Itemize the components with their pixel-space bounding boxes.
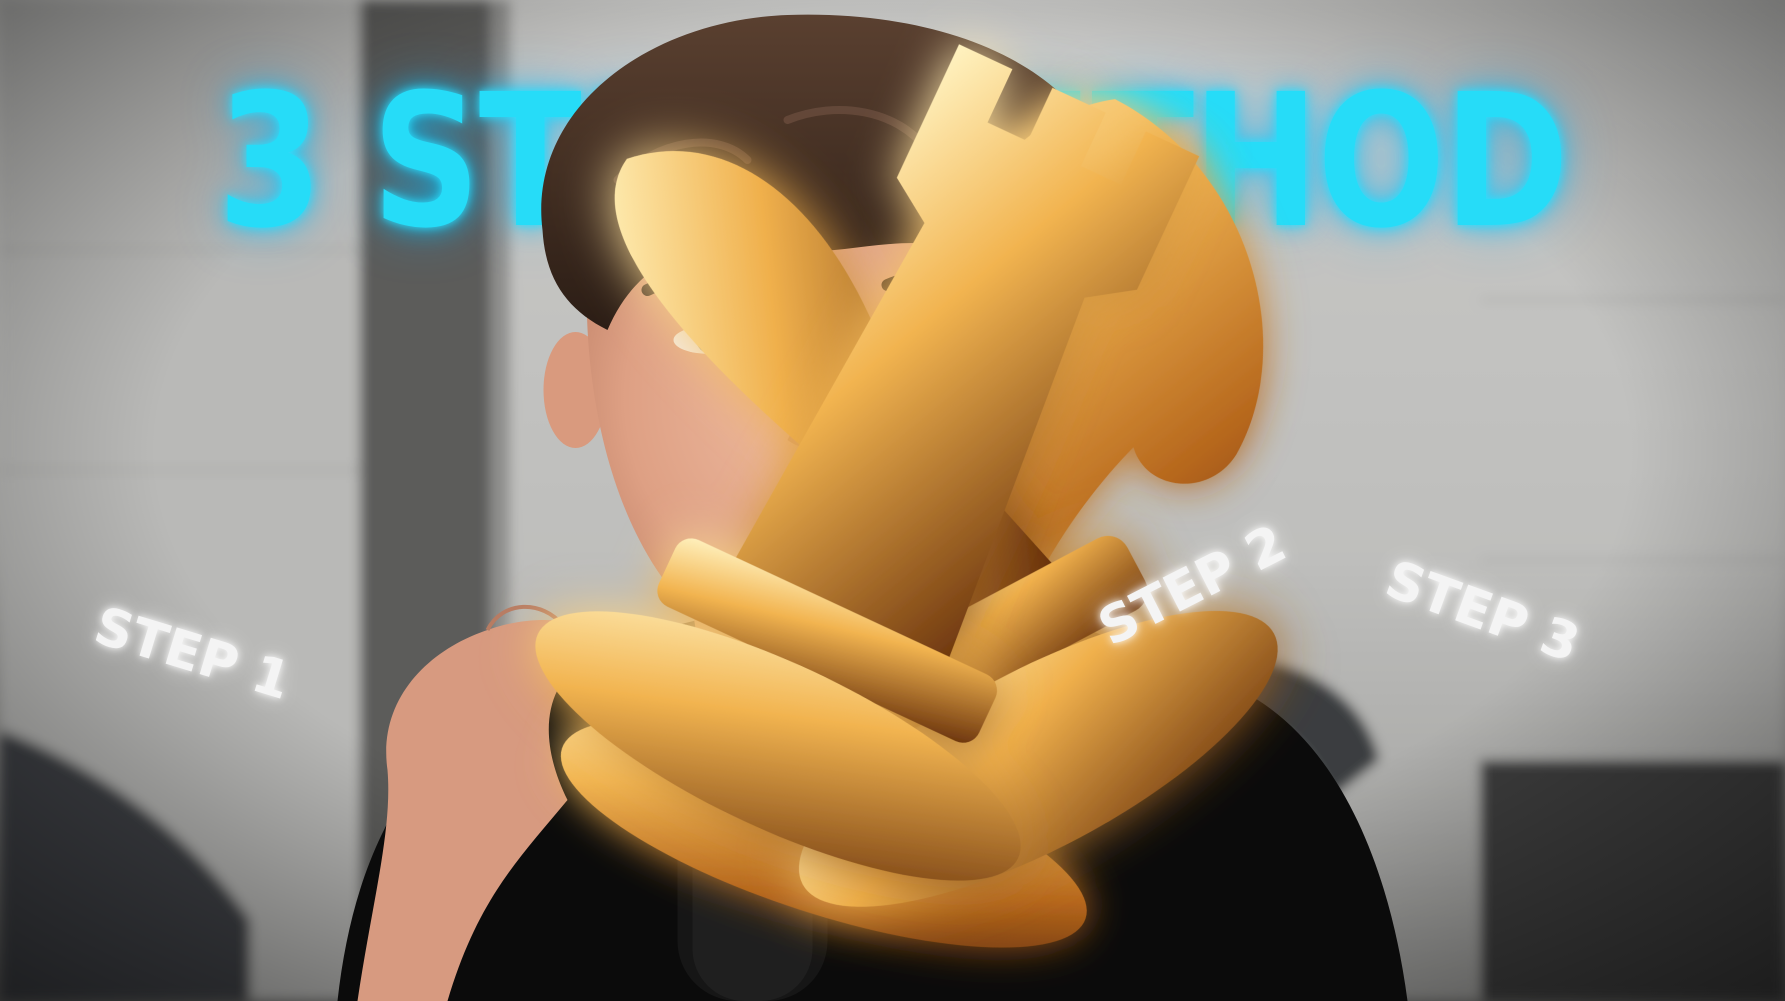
chess-rook-icon (535, 44, 1200, 881)
thumbnail-scene: 3 STEP METHOD (0, 0, 1785, 1001)
